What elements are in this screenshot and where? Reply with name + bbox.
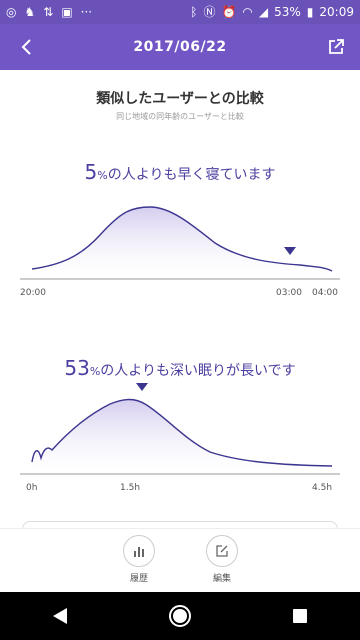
edit-icon [206,535,238,567]
deep-sleep-distribution-chart: 0h 1.5h 4.5h [20,383,340,493]
battery-icon: ▮ [306,5,314,19]
status-left-icons: ◎ ♞ ⇅ ▣ ··· [6,6,92,18]
deep-sleep-tick-end: 4.5h [312,483,332,493]
deep-sleep-stat-unit: % [89,365,101,378]
status-time: 20:09 [319,5,354,19]
nav-home-icon [169,605,191,627]
bluetooth-icon: ᛒ [190,5,198,19]
edit-label: 編集 [212,574,231,584]
nav-recents-button[interactable] [280,596,320,636]
history-button[interactable]: 履歴 [119,535,159,584]
back-button[interactable] [14,35,38,59]
nfc-icon: Ⓝ [203,5,216,19]
nav-recents-icon [293,609,307,623]
comparison-heading: 類似したユーザーとの比較 [96,91,264,107]
arrows-icon: ⇅ [43,5,54,19]
nav-back-icon [53,608,67,624]
edit-button[interactable]: 編集 [202,535,242,584]
bedtime-tick-start: 20:00 [20,288,46,298]
bedtime-stat-unit: % [97,169,108,182]
deep-sleep-curve-fill [32,399,332,473]
page-title: 2017/06/22 [133,39,227,55]
status-right-icons: ᛒ Ⓝ ⏰ ◠ ◢ 53% ▮ 20:09 [190,5,354,19]
history-label: 履歴 [129,574,148,584]
deep-sleep-tick-mid: 1.5h [120,483,140,493]
share-button[interactable] [324,35,348,59]
bedtime-tick-end: 04:00 [312,288,338,298]
bedtime-curve-fill [32,207,332,277]
evernote-icon: ♞ [24,5,36,19]
battery-level: 53% [274,5,301,19]
user-deep-sleep-marker [136,383,148,391]
user-bedtime-marker [284,247,296,255]
deep-sleep-stat: 53%の人よりも深い眠りが長いです [0,356,360,380]
deep-sleep-stat-text: の人よりも深い眠りが長いです [100,363,296,379]
bedtime-tick-mid: 03:00 [276,288,302,298]
deep-sleep-stat-value: 53 [64,356,90,380]
bedtime-stat-value: 5 [84,160,98,184]
deep-sleep-tick-start: 0h [26,483,37,493]
whatsapp-icon: ◎ [6,5,17,19]
comparison-subheading: 同じ地域の同年齢のユーザーと比較 [116,112,244,121]
signal-icon: ◢ [258,5,269,19]
more-icon: ··· [80,5,93,19]
back-chevron-icon [21,39,31,55]
app-bar: 2017/06/22 [0,24,360,70]
status-bar: ◎ ♞ ⇅ ▣ ··· ᛒ Ⓝ ⏰ ◠ ◢ 53% ▮ 20:09 [0,0,360,24]
bedtime-distribution-chart: 20:00 03:00 04:00 [20,206,340,298]
nav-home-button[interactable] [160,596,200,636]
alarm-icon: ⏰ [221,5,237,19]
nav-back-button[interactable] [40,596,80,636]
bottom-toolbar: 履歴 編集 [0,528,360,592]
bedtime-stat-text: の人よりも早く寝ています [107,167,276,183]
share-icon [329,39,344,54]
image-icon: ▣ [61,5,73,19]
wifi-icon: ◠ [242,5,253,19]
bedtime-stat: 5%の人よりも早く寝ています [0,160,360,184]
system-nav-bar [0,592,360,640]
history-icon [123,535,155,567]
